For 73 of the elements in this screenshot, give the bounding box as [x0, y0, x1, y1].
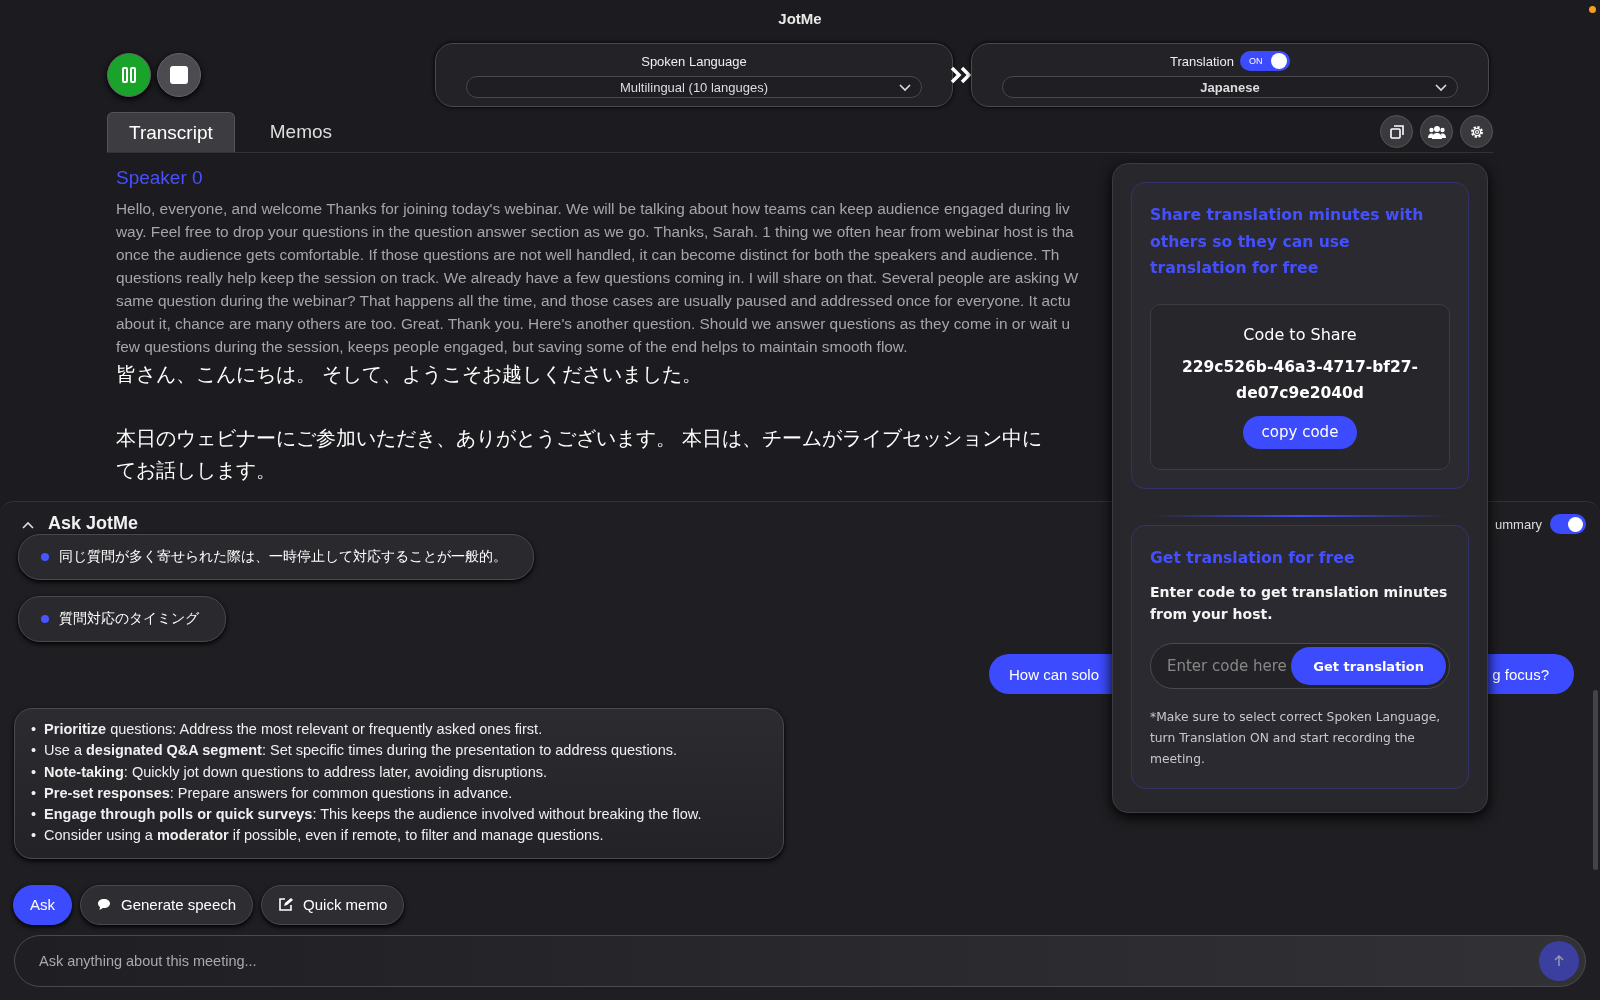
answer-item: Note-taking: Quickly jot down questions to address later, avoiding disruptions. [44, 762, 547, 782]
transcript-line: Hello, everyone, and welcome Thanks for joining today's webinar. We will be talking about how teams can keep audience engaged during liv [116, 199, 1070, 219]
bullet: • [31, 826, 37, 846]
redeem-description: Enter code to get translation minutes from your host. [1150, 583, 1449, 624]
speech-bubble-icon [97, 898, 111, 912]
window-title: JotMe [778, 9, 822, 27]
share-code: 229c526b-46a3-4717-bf27-de07c9e2040d [1180, 356, 1420, 404]
translation-toggle[interactable]: ON [1239, 51, 1290, 71]
language-select[interactable]: Japanese [1002, 76, 1458, 98]
generate-speech-button[interactable]: Generate speech [80, 884, 254, 925]
send-button[interactable] [1539, 940, 1579, 981]
transcript-line: few questions during the session, keeps people engaged, but saving some of the end helps to maintain smooth flow. [116, 337, 908, 357]
tab[interactable]: Memos [248, 112, 354, 152]
chevron-down-icon [1435, 84, 1447, 92]
redeem-heading: Get translation for free [1150, 547, 1356, 569]
scrollbar[interactable] [1593, 690, 1598, 870]
panel-label: Spoken Language [641, 52, 747, 71]
tab[interactable]: Transcript [107, 112, 235, 152]
copy-code-button[interactable]: copy code [1242, 415, 1358, 449]
ask-input-field[interactable]: Ask anything about this meeting... [37, 951, 1539, 970]
toolbar-button[interactable] [1420, 115, 1453, 148]
transcript-line: once the audience gets comfortable. If those questions are not well handled, it can become distinct for both the speakers and audience. Th [116, 245, 1060, 265]
translation-line: 皆さん、こんにちは。 そして、ようこそお越しくださいました。 [116, 361, 703, 388]
translation-line: 本日のウェビナーにご参加いただき、ありがとうございます。 本日は、チームがライブセッション中に [116, 425, 1043, 452]
panel-title: Ask JotMe [48, 512, 139, 534]
chevron-down-icon [899, 84, 911, 92]
bullet: • [31, 805, 37, 825]
transcript-line: same question during the webinar? That happens all the time, and those cases are usually paused and addressed once for everyone. It actu [116, 291, 1071, 311]
bullet: • [31, 720, 37, 739]
quick-memo-button[interactable]: Quick memo [261, 884, 405, 925]
pause-icon [122, 67, 136, 83]
get-translation-button[interactable]: Get translation [1291, 647, 1446, 685]
message-text: g focus? [1492, 665, 1549, 683]
ask-button[interactable]: Ask [13, 884, 72, 925]
transcript-line: questions really help keep the session on track. We already have a few questions coming in. I will share on that. Several people are asking W [116, 268, 1079, 288]
topic-chip[interactable]: 質問対応のタイミング [18, 596, 226, 642]
pause-button[interactable] [107, 53, 151, 97]
stop-button[interactable] [157, 53, 201, 97]
people-icon [1427, 124, 1446, 139]
stop-icon [170, 66, 188, 84]
settings-icon [1468, 123, 1485, 140]
copy-icon [1389, 124, 1404, 139]
language-select[interactable]: Multilingual (10 languges) [466, 76, 922, 98]
input-bar[interactable]: Ask anything about this meeting... [14, 934, 1586, 987]
panel-label: Translation [1170, 53, 1234, 69]
answer-item: Consider using a moderator if possible, even if remote, to filter and manage questions. [44, 826, 604, 846]
bullet: • [31, 783, 37, 803]
toolbar-button[interactable] [1460, 115, 1493, 148]
double-chevron-icon [950, 66, 974, 84]
code-input-bar[interactable]: Enter code here Get translation [1150, 643, 1450, 689]
arrow-up-icon [1554, 954, 1564, 967]
topic-chip[interactable]: 同じ質問が多く寄せられた際は、一時停止して対応することが一般的。 [18, 534, 534, 580]
bullet: • [31, 762, 37, 782]
translation-line: てお話しします。 [116, 457, 276, 484]
code-label: Code to Share [1242, 324, 1358, 344]
toolbar-button[interactable] [1380, 115, 1413, 148]
chevron-up-icon [22, 520, 34, 529]
edit-icon [278, 897, 294, 913]
status-dot [1589, 6, 1596, 13]
summary-label: ummary [1495, 516, 1542, 532]
summary-toggle[interactable] [1550, 514, 1586, 534]
answer-item: Prioritize questions: Address the most relevant or frequently asked ones first. [44, 720, 543, 739]
transcript-line: about it, chance are many others are too. Great. Thank you. Here's another question. Should we answer questions as they come in or wait u [116, 314, 1070, 334]
transcript-line: way. Feel free to drop your questions in the question answer section as we go. Thanks, Sarah. 1 thing we often hear from webinar host is tha [116, 222, 1074, 242]
answer-item: Engage through polls or quick surveys: This keeps the audience involved without breaking the flow. [44, 805, 702, 825]
redeem-note: *Make sure to select correct Spoken Language, turn Translation ON and start recording the meeting. [1150, 709, 1442, 768]
code-input-field[interactable]: Enter code here [1165, 656, 1292, 676]
speaker-name: Speaker 0 [116, 167, 203, 189]
answer-item: Use a designated Q&A segment: Set specific times during the presentation to address questions. [44, 741, 677, 761]
message-text: How can solo [1009, 665, 1100, 683]
share-heading: Share translation minutes with others so they can use translation for free [1150, 205, 1425, 279]
bullet: • [31, 741, 37, 761]
answer-item: Pre-set responses: Prepare answers for common questions in advance. [44, 783, 513, 803]
